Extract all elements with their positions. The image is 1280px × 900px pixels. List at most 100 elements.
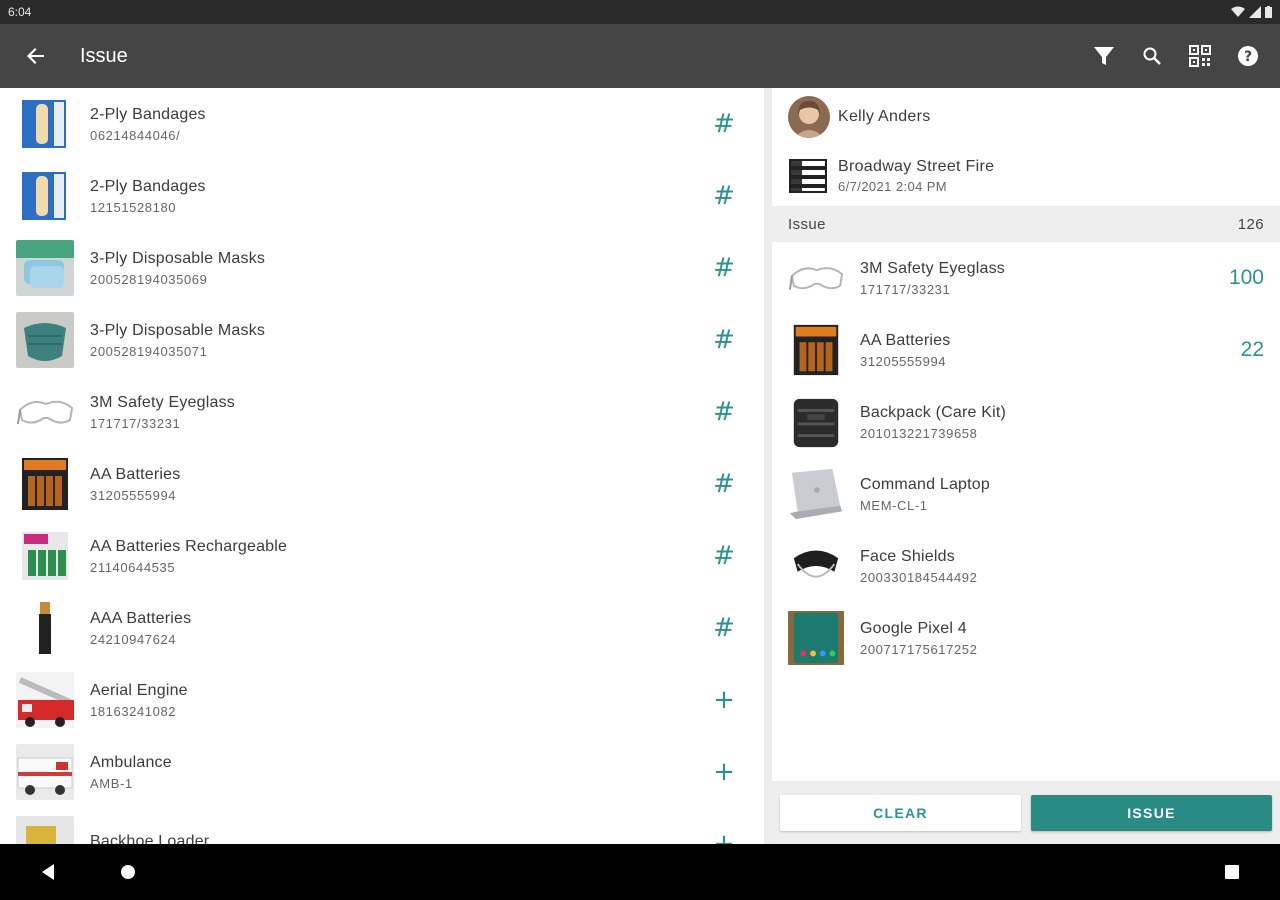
- issue-item[interactable]: Backpack (Care Kit) 201013221739658: [772, 386, 1280, 458]
- filter-icon: [1094, 47, 1114, 65]
- incident-icon: [789, 159, 827, 193]
- list-item[interactable]: Aerial Engine 18163241082 +: [0, 664, 764, 736]
- item-code: AMB-1: [90, 775, 133, 791]
- wifi-icon: [1231, 6, 1245, 17]
- bandage-image: [16, 168, 74, 224]
- incident-name: Broadway Street Fire: [838, 158, 995, 175]
- mask-box-image: [16, 240, 74, 296]
- assignee-row[interactable]: Kelly Anders: [772, 88, 1280, 146]
- search-icon: [1143, 47, 1161, 65]
- qr-scan-button[interactable]: [1176, 32, 1224, 80]
- issue-item[interactable]: AA Batteries 31205555994 22: [772, 314, 1280, 386]
- item-name: AAA Batteries: [90, 609, 192, 627]
- add-item-button[interactable]: +: [700, 676, 748, 724]
- battery-icon: [1265, 6, 1272, 18]
- panel-divider: [764, 88, 772, 844]
- app-bar: Issue ?: [0, 24, 1280, 88]
- action-bar: CLEAR ISSUE: [772, 781, 1280, 844]
- eyeglass-image: [16, 384, 74, 440]
- eyeglass-image: [788, 250, 844, 306]
- issue-item[interactable]: Face Shields 200330184544492: [772, 530, 1280, 602]
- list-item[interactable]: 2-Ply Bandages 06214844046/ #: [0, 88, 764, 160]
- aaa-battery-image: [16, 600, 74, 656]
- set-quantity-button[interactable]: #: [700, 460, 748, 508]
- backhoe-image: [16, 816, 74, 844]
- item-quantity[interactable]: 100: [1229, 242, 1264, 314]
- list-item[interactable]: 3-Ply Disposable Masks 200528194035071 #: [0, 304, 764, 376]
- back-button[interactable]: [0, 24, 72, 88]
- inventory-list: 2-Ply Bandages 06214844046/ # 2-Ply Banda…: [0, 88, 764, 844]
- incident-row[interactable]: Broadway Street Fire 6/7/2021 2:04 PM: [772, 146, 1280, 206]
- list-item[interactable]: 2-Ply Bandages 12151528180 #: [0, 160, 764, 232]
- search-button[interactable]: [1128, 32, 1176, 80]
- list-item[interactable]: 3-Ply Disposable Masks 200528194035069 #: [0, 232, 764, 304]
- rechargeable-batteries-image: [16, 528, 74, 584]
- system-nav-bar: [0, 844, 1280, 900]
- add-item-button[interactable]: +: [700, 748, 748, 796]
- item-name: Command Laptop: [860, 475, 990, 493]
- item-name: Backpack (Care Kit): [860, 403, 1007, 421]
- list-item[interactable]: 3M Safety Eyeglass 171717/33231 #: [0, 376, 764, 448]
- item-code: 31205555994: [860, 353, 947, 369]
- batteries-image: [16, 456, 74, 512]
- help-icon: ?: [1238, 46, 1258, 66]
- item-name: 2-Ply Bandages: [90, 105, 206, 123]
- arrow-back-icon: [27, 48, 44, 64]
- issue-panel: Kelly Anders Broadway Street Fire 6/7/20…: [772, 88, 1280, 844]
- item-code: 18163241082: [90, 703, 177, 719]
- issue-item[interactable]: Google Pixel 4 200717175617252: [772, 602, 1280, 674]
- set-quantity-button[interactable]: #: [700, 532, 748, 580]
- item-name: AA Batteries: [90, 465, 181, 483]
- add-item-button[interactable]: +: [700, 820, 748, 844]
- item-name: 2-Ply Bandages: [90, 177, 206, 195]
- nav-back-button[interactable]: [28, 852, 68, 892]
- clear-button[interactable]: CLEAR: [780, 794, 1021, 831]
- face-shield-image: [788, 538, 844, 594]
- mask-image: [16, 312, 74, 368]
- list-item[interactable]: AA Batteries Rechargeable 21140644535 #: [0, 520, 764, 592]
- list-item[interactable]: Backhoe Loader +: [0, 808, 764, 844]
- set-quantity-button[interactable]: #: [700, 604, 748, 652]
- item-name: AA Batteries: [860, 331, 951, 349]
- list-item[interactable]: Ambulance AMB-1 +: [0, 736, 764, 808]
- avatar: [788, 96, 830, 138]
- list-item[interactable]: AA Batteries 31205555994 #: [0, 448, 764, 520]
- issue-total-count: 126: [1237, 215, 1264, 233]
- help-button[interactable]: ?: [1224, 32, 1272, 80]
- set-quantity-button[interactable]: #: [700, 388, 748, 436]
- set-quantity-button[interactable]: #: [700, 172, 748, 220]
- item-code: 200528194035069: [90, 271, 208, 287]
- page-title: Issue: [80, 44, 128, 67]
- square-recents-icon: [1225, 865, 1239, 879]
- item-name: Aerial Engine: [90, 681, 188, 699]
- item-quantity[interactable]: 22: [1241, 314, 1264, 386]
- item-code: 171717/33231: [860, 281, 951, 297]
- item-code: 200528194035071: [90, 343, 208, 359]
- status-time: 6:04: [8, 5, 32, 19]
- circle-home-icon: [121, 865, 135, 879]
- bandage-image: [16, 96, 74, 152]
- item-code: 201013221739658: [860, 425, 978, 441]
- issue-item[interactable]: Command Laptop MEM-CL-1: [772, 458, 1280, 530]
- signal-icon: [1249, 6, 1261, 18]
- set-quantity-button[interactable]: #: [700, 316, 748, 364]
- issue-item[interactable]: 3M Safety Eyeglass 171717/33231 100: [772, 242, 1280, 314]
- item-name: Ambulance: [90, 753, 172, 771]
- nav-home-button[interactable]: [108, 852, 148, 892]
- item-name: 3-Ply Disposable Masks: [90, 249, 266, 267]
- item-name: AA Batteries Rechargeable: [90, 537, 288, 555]
- ambulance-image: [16, 744, 74, 800]
- set-quantity-button[interactable]: #: [700, 244, 748, 292]
- item-code: 171717/33231: [90, 415, 181, 431]
- assignee-name: Kelly Anders: [838, 108, 931, 125]
- filter-button[interactable]: [1080, 32, 1128, 80]
- nav-recents-button[interactable]: [1212, 852, 1252, 892]
- list-item[interactable]: AAA Batteries 24210947624 #: [0, 592, 764, 664]
- item-code: 200330184544492: [860, 569, 978, 585]
- item-code: 12151528180: [90, 199, 177, 215]
- item-code: 31205555994: [90, 487, 177, 503]
- item-name: 3M Safety Eyeglass: [90, 393, 235, 411]
- issue-button[interactable]: ISSUE: [1031, 794, 1272, 831]
- set-quantity-button[interactable]: #: [700, 100, 748, 148]
- phone-image: [788, 610, 844, 666]
